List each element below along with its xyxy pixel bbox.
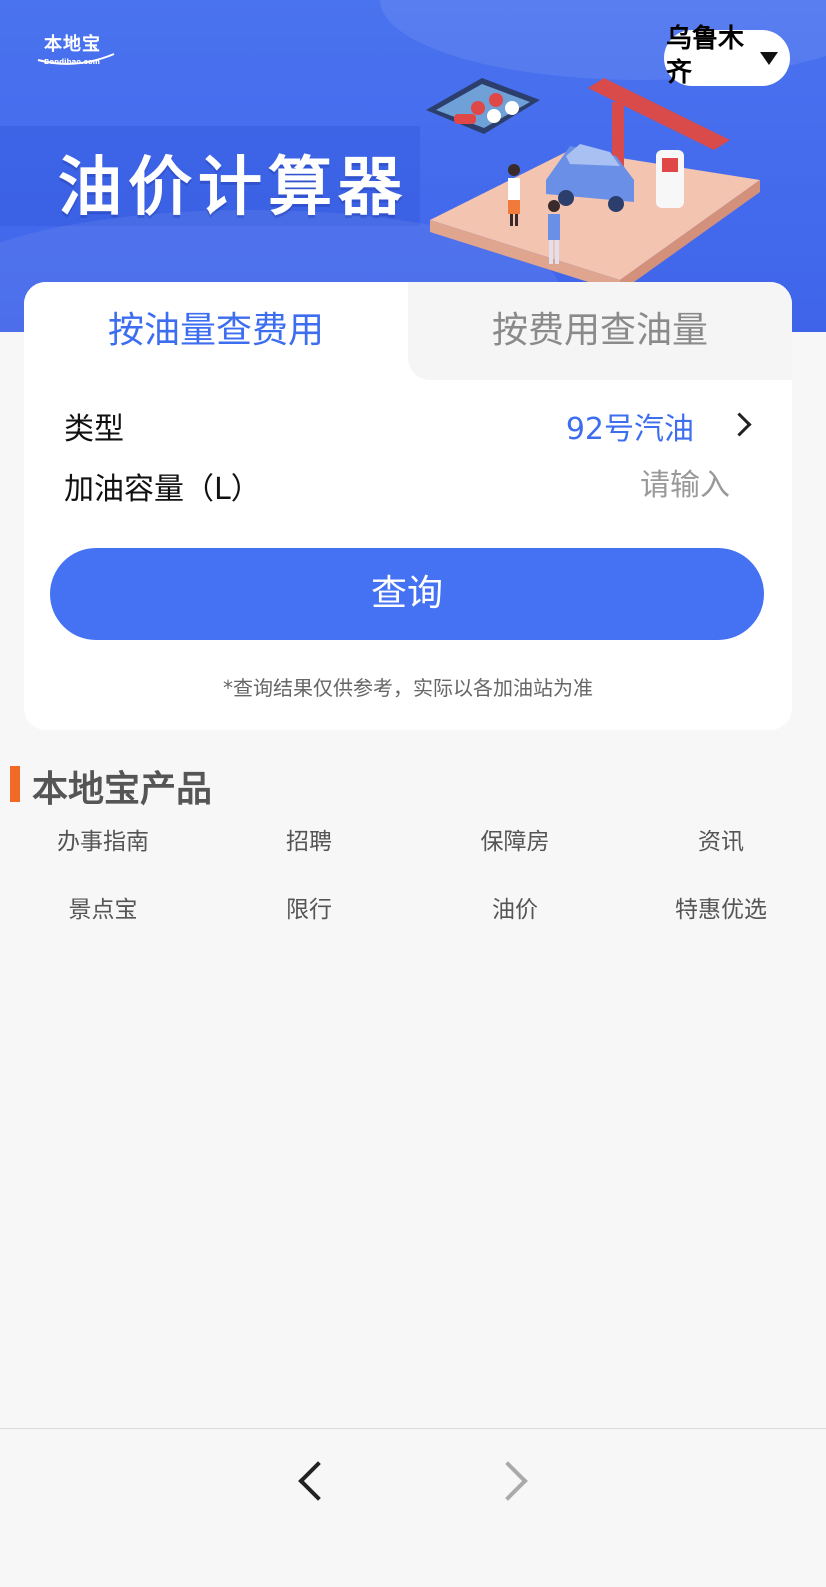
product-link-guide[interactable]: 办事指南 bbox=[0, 822, 206, 856]
fuel-volume-label: 加油容量（L） bbox=[64, 472, 261, 507]
chevron-right-icon[interactable] bbox=[488, 1461, 528, 1501]
page-title: 油价计算器 bbox=[58, 151, 408, 225]
tab-volume-to-cost[interactable]: 按油量查费用 bbox=[24, 282, 408, 380]
caret-down-icon bbox=[760, 52, 778, 65]
fuel-type-label: 类型 bbox=[64, 412, 124, 447]
bendibao-logo[interactable]: 本地宝 Bendibao.com bbox=[36, 30, 116, 70]
city-dropdown[interactable]: 乌鲁木齐 bbox=[664, 24, 790, 88]
product-link-news[interactable]: 资讯 bbox=[618, 822, 824, 856]
tab-bar: 按费用查油量 按油量查费用 bbox=[24, 282, 792, 380]
products-title: 本地宝产品 bbox=[32, 769, 213, 810]
section-accent-bar bbox=[10, 766, 20, 802]
product-link-deals[interactable]: 特惠优选 bbox=[618, 890, 824, 924]
calculator-card: 按费用查油量 按油量查费用 类型 92号汽油 加油容量（L） 查询 *查询结果仅… bbox=[24, 282, 792, 730]
product-link-traffic-restriction[interactable]: 限行 bbox=[206, 890, 412, 924]
product-link-jobs[interactable]: 招聘 bbox=[206, 822, 412, 856]
chevron-right-icon[interactable] bbox=[727, 412, 752, 437]
product-link-attractions[interactable]: 景点宝 bbox=[0, 890, 206, 924]
fuel-volume-input[interactable] bbox=[528, 462, 732, 508]
product-link-housing[interactable]: 保障房 bbox=[412, 822, 618, 856]
fuel-type-value[interactable]: 92号汽油 bbox=[566, 404, 694, 448]
gas-station-illustration bbox=[426, 78, 760, 290]
browser-bottom-nav bbox=[0, 1428, 826, 1587]
query-button[interactable]: 查询 bbox=[50, 548, 764, 640]
product-link-oil-price[interactable]: 油价 bbox=[412, 890, 618, 924]
logo-swoosh-icon bbox=[37, 53, 115, 65]
disclaimer-text: *查询结果仅供参考，实际以各加油站为准 bbox=[223, 676, 593, 700]
chevron-left-icon[interactable] bbox=[298, 1461, 338, 1501]
tab-cost-to-volume[interactable]: 按费用查油量 bbox=[408, 282, 792, 380]
city-name: 乌鲁木齐 bbox=[666, 24, 745, 88]
